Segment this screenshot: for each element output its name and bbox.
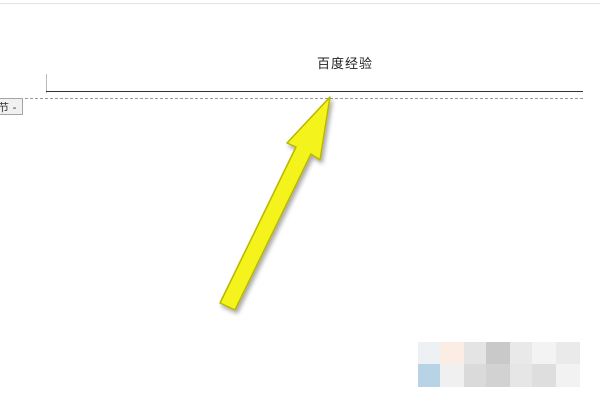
page-header-text[interactable]: 百度经验 bbox=[300, 56, 390, 74]
document-page: { "header": { "text": "百度经验" }, "section… bbox=[0, 0, 600, 400]
blurred-watermark bbox=[418, 342, 580, 387]
arrow-shape bbox=[219, 96, 331, 311]
section-tab[interactable]: 节 - bbox=[0, 98, 23, 115]
window-top-border bbox=[0, 3, 600, 4]
header-underline bbox=[46, 91, 583, 92]
header-section-boundary bbox=[25, 98, 583, 99]
